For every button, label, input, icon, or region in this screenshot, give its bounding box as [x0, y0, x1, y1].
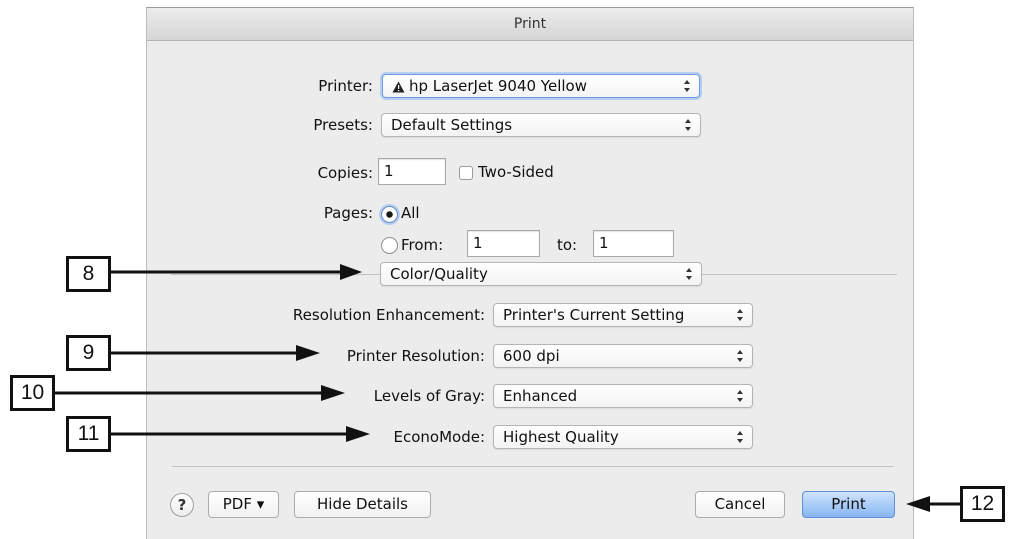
callout-12: 12 [960, 486, 1005, 522]
callout-9: 9 [66, 335, 111, 371]
callout-arrows [54, 264, 960, 512]
callout-10: 10 [10, 375, 55, 411]
callout-11: 11 [66, 416, 111, 452]
callout-8: 8 [66, 256, 111, 292]
